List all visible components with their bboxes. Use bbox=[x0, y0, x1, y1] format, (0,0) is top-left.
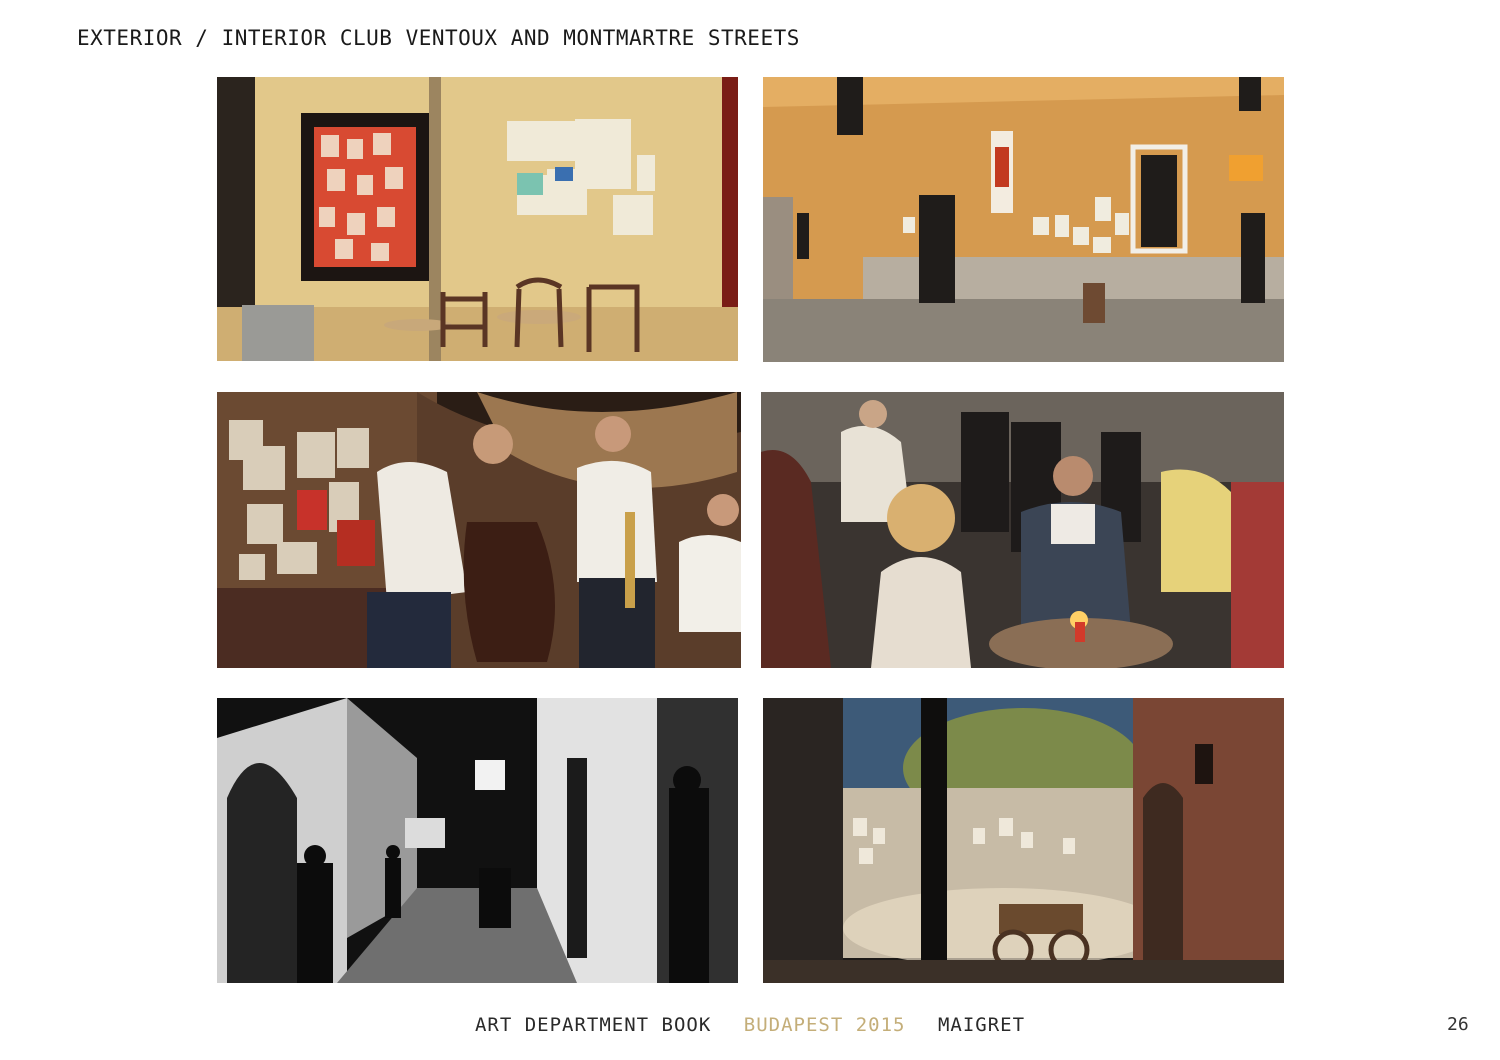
photo-club-crowd bbox=[761, 392, 1284, 668]
footer-book-label: ART DEPARTMENT BOOK bbox=[474, 1014, 712, 1036]
page-number: 26 bbox=[1447, 1014, 1469, 1035]
photo-club-facade bbox=[217, 77, 738, 361]
photo-night-courtyard bbox=[763, 698, 1284, 983]
page-title: EXTERIOR / INTERIOR CLUB VENTOUX AND MON… bbox=[77, 26, 800, 50]
photo-club-band bbox=[217, 392, 741, 668]
photo-night-alley-bw bbox=[217, 698, 738, 983]
photo-street-corner bbox=[763, 77, 1284, 362]
footer-film-title: MAIGRET bbox=[937, 1014, 1026, 1036]
footer: ART DEPARTMENT BOOK BUDAPEST 2015 MAIGRE… bbox=[0, 1014, 1500, 1036]
footer-place-year: BUDAPEST 2015 bbox=[743, 1014, 906, 1036]
